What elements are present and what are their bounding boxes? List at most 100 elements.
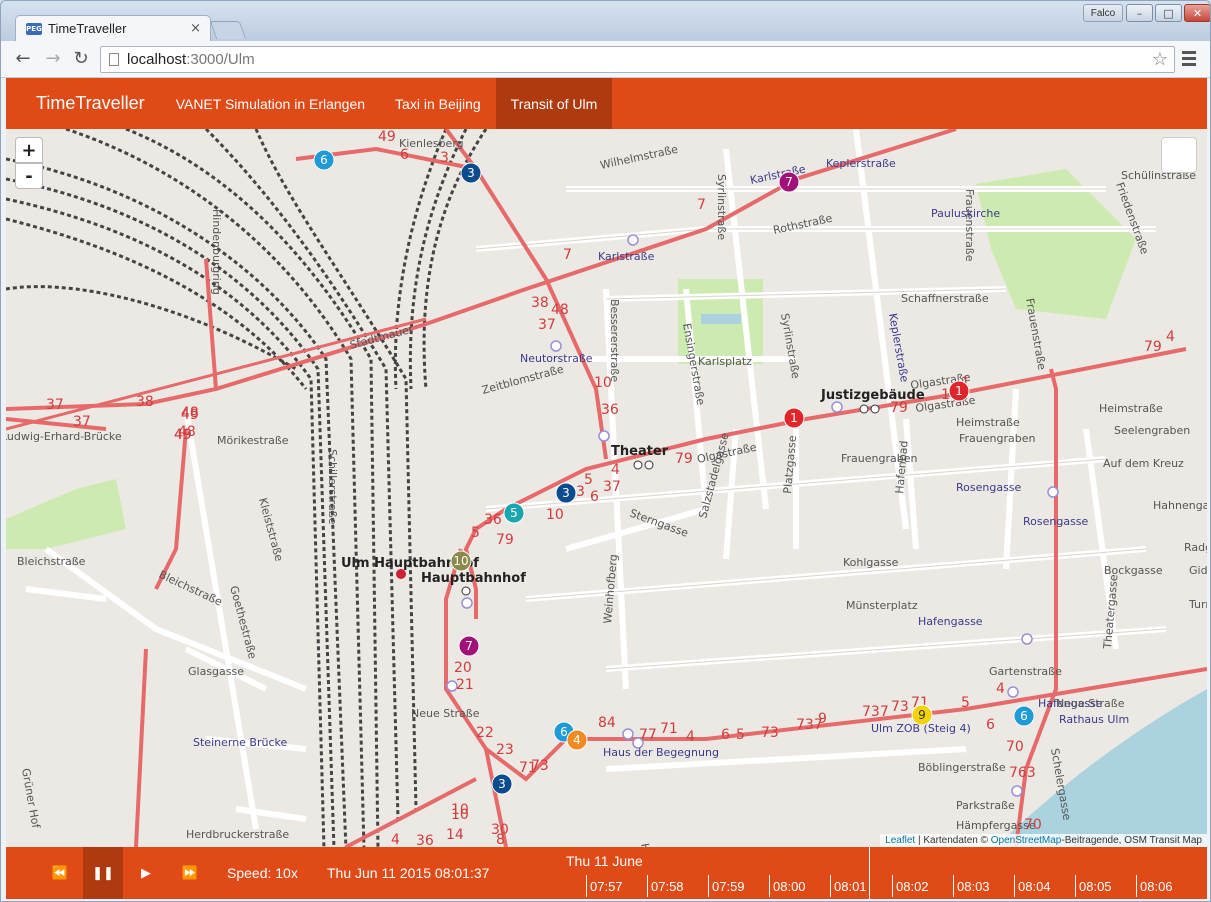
timeline-cursor[interactable] bbox=[869, 847, 870, 899]
play-icon[interactable]: ▶ bbox=[126, 847, 166, 899]
street-label: Rathaus Ulm bbox=[1059, 713, 1129, 726]
profile-badge[interactable]: Falco bbox=[1083, 4, 1123, 22]
street-label: Karlsplatz bbox=[698, 355, 752, 368]
zoom-in-button[interactable]: + bbox=[15, 137, 43, 163]
street-label: Keplerstraße bbox=[886, 312, 911, 383]
street-label: Keplerstraße bbox=[826, 157, 896, 170]
vehicle-marker[interactable]: 4 bbox=[566, 729, 588, 751]
route-number-label: 6 bbox=[721, 727, 730, 743]
street-label: Radgasse bbox=[1184, 541, 1207, 554]
street-label: Schaffnerstraße bbox=[901, 292, 989, 305]
route-number-label: 48 bbox=[551, 302, 569, 318]
vehicle-marker[interactable]: 3 bbox=[491, 773, 513, 795]
map-view[interactable]: Kienlesberg Wilhelmstraße Syrlinstraße Karl… bbox=[6, 129, 1207, 847]
browser-tab[interactable]: PEG TimeTraveller × bbox=[15, 15, 211, 41]
pause-icon[interactable]: ❚❚ bbox=[83, 847, 123, 899]
street-label: Justizgebäude bbox=[820, 388, 925, 403]
street-label: Heimstraße bbox=[956, 416, 1020, 429]
nav-link-vanet[interactable]: VANET Simulation in Erlangen bbox=[161, 78, 380, 129]
street-label: Haus der Begegnung bbox=[603, 746, 719, 759]
attribution-text: | Kartendaten © bbox=[915, 835, 991, 846]
fast-forward-icon[interactable]: ⏩ bbox=[170, 847, 210, 899]
osm-link[interactable]: OpenStreetMap bbox=[991, 835, 1062, 846]
street-label: Heimstraße bbox=[1099, 402, 1163, 415]
street-label: Grüner Hof bbox=[19, 767, 43, 830]
street-label: Steinerne Brücke bbox=[193, 736, 287, 749]
vehicle-route-label: 6 bbox=[1020, 709, 1028, 723]
route-number-label: 36 bbox=[601, 402, 619, 418]
back-arrow-icon[interactable]: ← bbox=[13, 49, 33, 69]
route-number-label: 70 bbox=[1006, 739, 1024, 755]
vehicle-marker[interactable]: 1 bbox=[948, 380, 970, 402]
vehicle-marker[interactable]: 10 bbox=[450, 550, 472, 572]
street-label: Wilhelmstraße bbox=[599, 143, 679, 172]
maximize-button[interactable]: □ bbox=[1155, 4, 1182, 22]
street-label: Bleichstraße bbox=[17, 555, 86, 568]
route-number-label: 79 bbox=[496, 532, 514, 548]
brand-link[interactable]: TimeTraveller bbox=[6, 78, 161, 129]
route-number-label: 49 bbox=[378, 129, 396, 145]
route-number-label: 6 bbox=[590, 489, 599, 505]
route-number-label: 77 bbox=[639, 727, 657, 743]
attribution-text-2: -Beitragende, OSM Transit Map bbox=[1061, 835, 1202, 846]
timeline-tick: 07:57 bbox=[586, 875, 623, 897]
browser-toolbar: ← → ↻ localhost:3000/Ulm ☆ bbox=[1, 41, 1210, 78]
playback-bar: ⏪ ❚❚ ▶ ⏩ Speed: 10x Thu Jun 11 2015 08:0… bbox=[6, 847, 1207, 899]
route-number-label: 4 bbox=[611, 462, 620, 478]
new-tab-button[interactable] bbox=[209, 21, 247, 39]
address-bar[interactable]: localhost:3000/Ulm ☆ bbox=[100, 46, 1175, 73]
route-number-label: 4 bbox=[996, 681, 1005, 697]
street-label: Glasgasse bbox=[188, 665, 244, 678]
street-label: Rothstraße bbox=[772, 212, 834, 237]
route-number-label: 49 bbox=[174, 427, 192, 443]
vehicle-marker[interactable]: 6 bbox=[1013, 705, 1035, 727]
street-label: Kohlgasse bbox=[843, 556, 899, 569]
bookmark-star-icon[interactable]: ☆ bbox=[1152, 49, 1168, 70]
forward-arrow-icon[interactable]: → bbox=[43, 49, 63, 69]
minimize-button[interactable]: – bbox=[1126, 4, 1153, 22]
leaflet-link[interactable]: Leaflet bbox=[885, 835, 915, 846]
nav-link-taxi[interactable]: Taxi in Beijing bbox=[380, 78, 496, 129]
route-number-label: 79 bbox=[675, 451, 693, 467]
street-label: Auf dem Kreuz bbox=[1103, 457, 1184, 470]
route-number-label: 4 bbox=[391, 832, 400, 847]
route-number-label: 8 bbox=[496, 832, 505, 847]
menu-icon[interactable] bbox=[1182, 51, 1196, 69]
route-number-label: 763 bbox=[1009, 765, 1036, 781]
street-label: Münsterplatz bbox=[846, 599, 918, 612]
rewind-icon[interactable]: ⏪ bbox=[40, 847, 80, 899]
map-canvas[interactable]: Kienlesberg WilhelmstraßeSyrlinstraße Karl… bbox=[6, 129, 1207, 847]
vehicle-marker[interactable]: 1 bbox=[783, 407, 805, 429]
vehicle-marker[interactable]: 9 bbox=[911, 704, 933, 726]
close-icon[interactable]: × bbox=[190, 21, 201, 36]
vehicle-marker[interactable]: 7 bbox=[778, 171, 800, 193]
route-number-label: 4 bbox=[686, 729, 695, 745]
route-number-label: 4 bbox=[1166, 329, 1175, 345]
route-number-label: 36 bbox=[416, 833, 434, 847]
vehicle-route-label: 3 bbox=[467, 166, 475, 180]
vehicle-marker[interactable]: 7 bbox=[458, 635, 480, 657]
route-number-label: 9 bbox=[818, 711, 827, 727]
street-label: Schillerstraße bbox=[326, 449, 339, 525]
vehicle-route-label: 7 bbox=[465, 639, 473, 653]
layer-control-button[interactable] bbox=[1161, 137, 1197, 173]
route-number-label: 5 bbox=[961, 695, 970, 711]
street-label: Sterngasse bbox=[628, 507, 690, 540]
favicon-icon: PEG bbox=[26, 22, 42, 35]
title-bar: PEG TimeTraveller × Falco – □ ✕ bbox=[1, 1, 1210, 41]
route-number-label: 84 bbox=[598, 715, 616, 731]
zoom-out-button[interactable]: - bbox=[15, 163, 43, 189]
route-number-label: 36 bbox=[484, 512, 502, 528]
reload-icon[interactable]: ↻ bbox=[71, 49, 91, 69]
vehicle-marker[interactable]: 6 bbox=[313, 149, 335, 171]
route-number-label: 7 bbox=[563, 247, 572, 263]
route-number-label: 6 bbox=[986, 717, 995, 733]
street-label: Hauptbahnhof bbox=[421, 571, 526, 586]
vehicle-marker[interactable]: 3 bbox=[555, 482, 577, 504]
nav-link-transit[interactable]: Transit of Ulm bbox=[495, 78, 613, 129]
speed-label[interactable]: Speed: 10x bbox=[227, 865, 298, 881]
vehicle-marker[interactable]: 5 bbox=[503, 502, 525, 524]
page-icon bbox=[109, 53, 119, 66]
window-close-button[interactable]: ✕ bbox=[1184, 4, 1210, 22]
vehicle-marker[interactable]: 3 bbox=[460, 162, 482, 184]
